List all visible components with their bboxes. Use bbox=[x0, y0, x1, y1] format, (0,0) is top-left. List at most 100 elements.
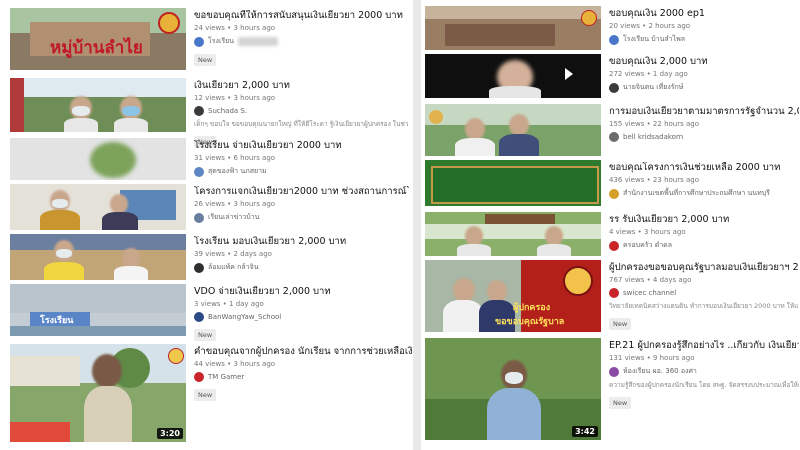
channel-name[interactable]: เรียนเล่าข่าวบ้าน bbox=[208, 212, 259, 223]
video-item[interactable]: ขอบคุณเงิน 2000 ep1 20 views • 2 hours a… bbox=[421, 6, 800, 52]
channel-avatar[interactable] bbox=[194, 212, 204, 223]
channel-row[interactable]: โรงเรียน บ้านลำไพล bbox=[609, 34, 799, 45]
video-thumbnail[interactable]: หมู่บ้านลำไย bbox=[10, 8, 186, 70]
channel-row[interactable]: เรียนเล่าข่าวบ้าน bbox=[194, 212, 409, 223]
channel-avatar[interactable] bbox=[194, 372, 204, 382]
channel-avatar[interactable] bbox=[194, 166, 204, 177]
video-thumbnail[interactable] bbox=[10, 78, 186, 132]
video-stats: 767 views • 4 days ago bbox=[609, 276, 692, 284]
video-meta: คำขอบคุณจากผู้ปกครอง นักเรียน จากการช่วย… bbox=[194, 346, 413, 401]
channel-avatar[interactable] bbox=[609, 132, 619, 142]
channel-row[interactable]: swicec channel bbox=[609, 288, 799, 298]
channel-name[interactable]: ครอบครัว ดำดล bbox=[623, 240, 672, 251]
channel-name[interactable]: สำนักงานเขตพื้นที่การศึกษาประถมศึกษา นนท… bbox=[623, 188, 770, 199]
channel-row[interactable]: สุดของฟ้า นภสยาม bbox=[194, 166, 409, 177]
video-thumbnail[interactable] bbox=[425, 6, 601, 50]
video-title-text[interactable]: โรงเรียน จ่ายเงินเยียวยา 2000 บาท bbox=[194, 140, 342, 151]
video-title[interactable]: VDO จ่ายเงินเยียวยา 2,000 บาท bbox=[194, 286, 409, 298]
video-item[interactable]: รร รับเงินเยียวยา 2,000 บาท 4 views • 3 … bbox=[421, 212, 800, 258]
channel-avatar[interactable] bbox=[194, 106, 204, 116]
video-stats: 26 views • 3 hours ago bbox=[194, 200, 276, 208]
channel-name[interactable]: ห้องเรียน ผอ. 360 องศา bbox=[623, 366, 697, 377]
channel-name[interactable]: TM Gamer bbox=[208, 373, 244, 381]
video-title[interactable]: เงินเยียวยา 2,000 บาท bbox=[194, 80, 409, 92]
channel-name[interactable]: BanWangYaw_School bbox=[208, 313, 281, 321]
video-title[interactable]: ขอบคุณเงิน 2,000 บาท bbox=[609, 56, 799, 68]
video-title[interactable]: ขอบคุณเงิน 2000 ep1 bbox=[609, 8, 799, 20]
channel-avatar[interactable] bbox=[609, 288, 619, 298]
video-thumbnail[interactable] bbox=[10, 184, 186, 230]
video-item[interactable]: ขอบคุณเงิน 2,000 บาท 272 views • 1 day a… bbox=[421, 54, 800, 100]
channel-avatar[interactable] bbox=[609, 240, 619, 251]
channel-row[interactable]: BanWangYaw_School bbox=[194, 312, 409, 322]
channel-avatar[interactable] bbox=[609, 188, 619, 199]
channel-name[interactable]: โรงเรียน bbox=[208, 36, 234, 47]
video-title[interactable]: โรงเรียน มอบเงินเยียวยา 2,000 บาท bbox=[194, 236, 409, 248]
video-duration: 3:20 bbox=[157, 428, 183, 439]
video-thumbnail[interactable] bbox=[10, 234, 186, 280]
video-thumbnail[interactable] bbox=[10, 138, 186, 180]
video-title[interactable]: ผู้ปกครองขอขอบคุณรัฐบาลมอบเงินเยียวยาฯ 2… bbox=[609, 262, 799, 274]
video-description: เด็กๆ ขอบใจ ขอขอบคุณนายกใหญ่ ที่ให้ฮีโระ… bbox=[194, 120, 409, 128]
channel-row[interactable]: ครอบครัว ดำดล bbox=[609, 240, 799, 251]
thumbnail-text: ขอขอบคุณรัฐบาล bbox=[495, 317, 565, 327]
new-badge: New bbox=[194, 329, 217, 341]
video-stats: 24 views • 3 hours ago bbox=[194, 24, 276, 32]
video-thumbnail[interactable]: 3:42 bbox=[425, 338, 601, 440]
video-item[interactable]: ผู้ปกครอง ขอขอบคุณรัฐบาล ผู้ปกครองขอขอบค… bbox=[421, 260, 800, 334]
channel-row[interactable]: สำนักงานเขตพื้นที่การศึกษาประถมศึกษา นนท… bbox=[609, 188, 799, 199]
video-thumbnail[interactable]: โรงเรียน bbox=[10, 284, 186, 336]
channel-avatar[interactable] bbox=[194, 262, 204, 273]
video-item[interactable]: โครงการแจกเงินเยียวยา2000 บาท ช่วงสถานกา… bbox=[0, 184, 413, 232]
video-title[interactable]: ขอขอบคุณที่ให้การสนับสนุนเงินเยียวยา 200… bbox=[194, 10, 409, 22]
channel-name[interactable]: ล้อมแพ้ค กล้าจิน bbox=[208, 262, 259, 273]
channel-row[interactable]: ล้อมแพ้ค กล้าจิน bbox=[194, 262, 409, 273]
video-thumbnail[interactable]: ผู้ปกครอง ขอขอบคุณรัฐบาล bbox=[425, 260, 601, 332]
video-title[interactable]: EP.21 ผู้ปกครองรู้สึกอย่างไร ..เกี่ยวกับ… bbox=[609, 340, 799, 352]
video-title[interactable]: รร รับเงินเยียวยา 2,000 บาท bbox=[609, 214, 799, 226]
video-description: ความรู้สึกของผู้ปกครองนักเรียน โดย สพฐ. … bbox=[609, 381, 799, 389]
channel-avatar[interactable] bbox=[194, 36, 204, 47]
video-thumbnail[interactable] bbox=[425, 54, 601, 98]
video-meta: VDO จ่ายเงินเยียวยา 2,000 บาท 3 views • … bbox=[194, 286, 409, 341]
video-thumbnail[interactable] bbox=[425, 212, 601, 256]
video-item[interactable]: โรงเรียน จ่ายเงินเยียวยา 2000 บาท 31 vie… bbox=[0, 138, 413, 182]
video-title[interactable]: การมอบเงินเยียวยาตามมาตรการรัฐจำนวน 2,00… bbox=[609, 106, 799, 118]
video-meta: การมอบเงินเยียวยาตามมาตรการรัฐจำนวน 2,00… bbox=[609, 106, 799, 142]
video-thumbnail[interactable]: 3:20 bbox=[10, 344, 186, 442]
video-item[interactable]: 3:20 คำขอบคุณจากผู้ปกครอง นักเรียน จากกา… bbox=[0, 344, 413, 444]
video-item[interactable]: โรงเรียน VDO จ่ายเงินเยียวยา 2,000 บาท 3… bbox=[0, 284, 413, 342]
channel-avatar[interactable] bbox=[194, 312, 204, 322]
video-duration: 3:42 bbox=[572, 426, 598, 437]
video-thumbnail[interactable] bbox=[425, 104, 601, 156]
video-item[interactable]: หมู่บ้านลำไย ขอขอบคุณที่ให้การสนับสนุนเง… bbox=[0, 8, 413, 72]
channel-row[interactable]: bell kridsadakorn bbox=[609, 132, 799, 142]
video-item[interactable]: การมอบเงินเยียวยาตามมาตรการรัฐจำนวน 2,00… bbox=[421, 104, 800, 156]
video-item[interactable]: 3:42 EP.21 ผู้ปกครองรู้สึกอย่างไร ..เกี่… bbox=[421, 338, 800, 442]
video-title[interactable]: ขอบคุณโครงการเงินช่วยเหลือ 2000 บาท bbox=[609, 162, 799, 174]
channel-name[interactable]: โรงเรียน บ้านลำไพล bbox=[623, 34, 685, 45]
video-stats: 31 views • 6 hours ago bbox=[194, 154, 276, 162]
video-title[interactable]: โรงเรียน จ่ายเงินเยียวยา 2000 บาท bbox=[194, 140, 409, 152]
channel-name[interactable]: bell kridsadakorn bbox=[623, 133, 683, 141]
video-title[interactable]: คำขอบคุณจากผู้ปกครอง นักเรียน จากการช่วย… bbox=[194, 346, 413, 358]
channel-avatar[interactable] bbox=[609, 34, 619, 45]
video-title[interactable]: โครงการแจกเงินเยียวยา2000 บาท ช่วงสถานกา… bbox=[194, 186, 409, 198]
channel-name[interactable]: นายจินตน เที่ยงรักษ์ bbox=[623, 82, 683, 93]
channel-row[interactable]: โรงเรียน bbox=[194, 36, 409, 47]
video-item[interactable]: เงินเยียวยา 2,000 บาท 12 views • 3 hours… bbox=[0, 78, 413, 148]
video-stats: 436 views • 23 hours ago bbox=[609, 176, 699, 184]
channel-avatar[interactable] bbox=[609, 366, 619, 377]
video-stats: 272 views • 1 day ago bbox=[609, 70, 688, 78]
channel-row[interactable]: TM Gamer bbox=[194, 372, 413, 382]
channel-row[interactable]: นายจินตน เที่ยงรักษ์ bbox=[609, 82, 799, 93]
channel-row[interactable]: Suchada S. bbox=[194, 106, 409, 116]
video-thumbnail[interactable] bbox=[425, 160, 601, 206]
channel-name[interactable]: Suchada S. bbox=[208, 107, 247, 115]
channel-avatar[interactable] bbox=[609, 82, 619, 93]
channel-name[interactable]: swicec channel bbox=[623, 289, 676, 297]
channel-name[interactable]: สุดของฟ้า นภสยาม bbox=[208, 166, 267, 177]
channel-row[interactable]: ห้องเรียน ผอ. 360 องศา bbox=[609, 366, 799, 377]
video-item[interactable]: โรงเรียน มอบเงินเยียวยา 2,000 บาท 39 vie… bbox=[0, 234, 413, 282]
video-item[interactable]: ขอบคุณโครงการเงินช่วยเหลือ 2000 บาท 436 … bbox=[421, 160, 800, 208]
